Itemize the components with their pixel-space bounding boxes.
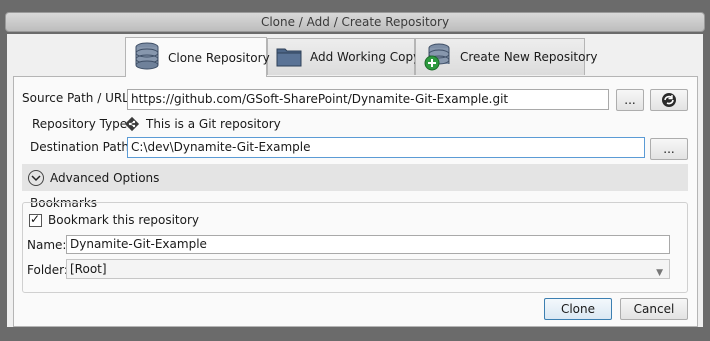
database-icon [134, 42, 160, 73]
git-icon [124, 116, 140, 135]
check-url-button[interactable] [650, 89, 688, 111]
tab-create-new-repository[interactable]: Create New Repository [415, 38, 597, 75]
destination-path-field[interactable]: C:\dev\Dynamite-Git-Example [127, 137, 645, 158]
tab-clone-repository[interactable]: Clone Repository [125, 37, 270, 77]
chevron-down-icon [28, 169, 44, 186]
database-add-icon [424, 43, 452, 71]
globe-refresh-icon [661, 93, 677, 111]
dialog-window: Clone / Add / Create Repository Clone Re… [0, 0, 710, 341]
source-path-label: Source Path / URL: [22, 91, 133, 105]
advanced-options-toggle[interactable]: Advanced Options [22, 164, 688, 191]
bookmark-folder-value: [Root] [70, 262, 107, 276]
bookmark-checkbox-row[interactable]: Bookmark this repository [29, 212, 199, 227]
clone-panel: Source Path / URL: https://github.com/GS… [13, 76, 698, 327]
bookmark-checkbox[interactable] [29, 212, 42, 227]
destination-browse-button[interactable]: ... [650, 138, 688, 160]
advanced-options-label: Advanced Options [50, 170, 160, 185]
bookmark-name-field[interactable]: Dynamite-Git-Example [66, 235, 670, 254]
bookmark-checkbox-label: Bookmark this repository [48, 213, 199, 227]
tab-label: Create New Repository [460, 50, 598, 64]
bookmarks-group: Bookmark this repository Name: Dynamite-… [22, 202, 688, 293]
window-title: Clone / Add / Create Repository [260, 15, 450, 29]
bookmark-folder-select[interactable]: [Root] ▼ [66, 259, 670, 279]
bookmark-folder-label: Folder: [27, 263, 68, 277]
repository-type-label: Repository Type: [32, 117, 132, 131]
chevron-down-icon: ▼ [656, 268, 663, 278]
source-url-field[interactable]: https://github.com/GSoft-SharePoint/Dyna… [127, 89, 609, 110]
title-bar[interactable]: Clone / Add / Create Repository [5, 12, 705, 32]
dialog-client: Clone Repository Add Working Copy Create… [7, 34, 703, 327]
tab-label: Clone Repository [168, 50, 270, 65]
cancel-button[interactable]: Cancel [620, 298, 688, 320]
folder-icon [276, 45, 302, 70]
tab-label: Add Working Copy [310, 50, 421, 64]
tab-add-working-copy[interactable]: Add Working Copy [267, 38, 420, 75]
bookmark-name-label: Name: [27, 238, 67, 252]
repository-type-value: This is a Git repository [146, 117, 281, 131]
destination-path-label: Destination Path: [30, 140, 134, 154]
clone-button[interactable]: Clone [544, 298, 612, 320]
source-browse-button[interactable]: ... [616, 89, 644, 111]
